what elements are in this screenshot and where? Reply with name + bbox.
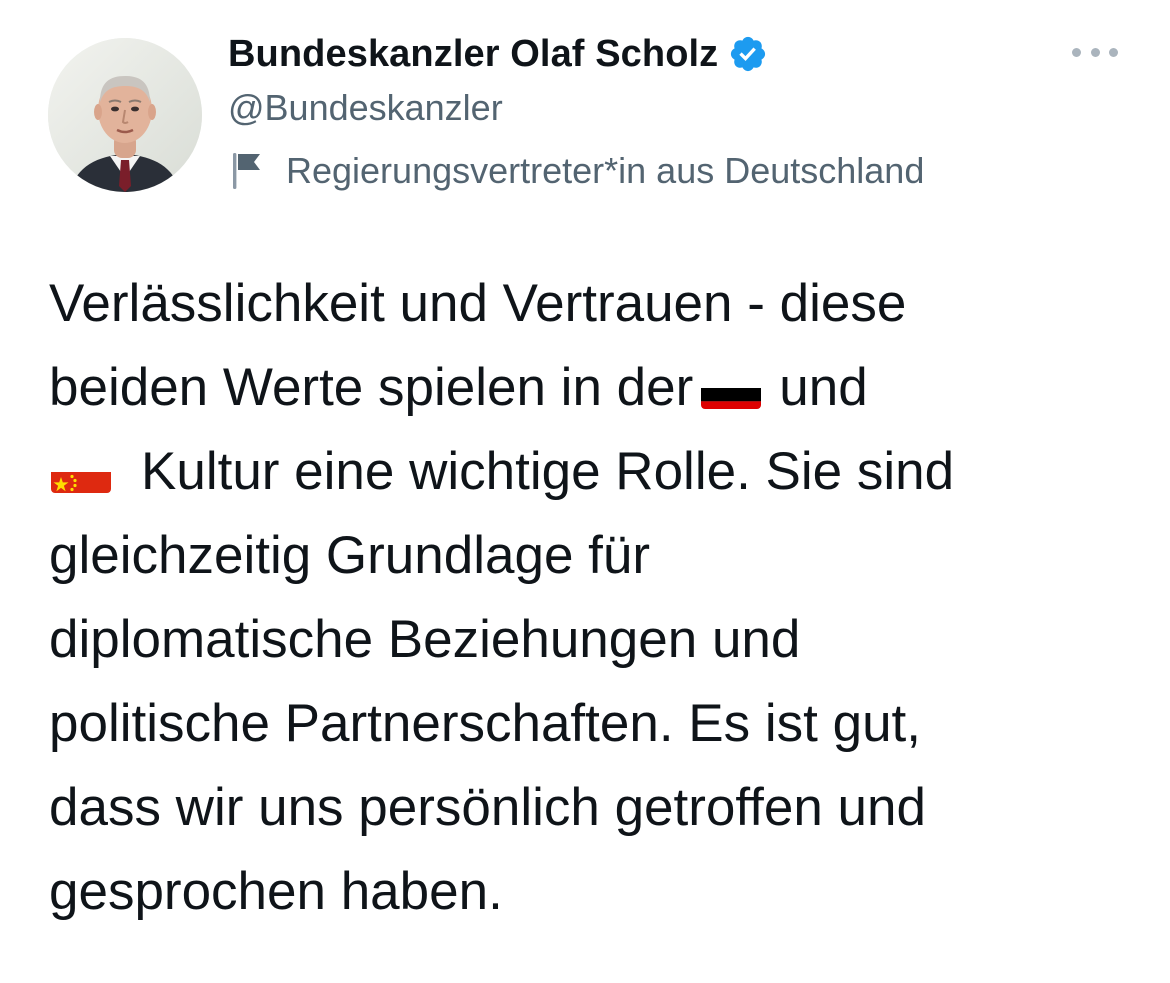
tweet-text-line: beiden Werte spielen in der und <box>49 346 1139 430</box>
tweet-text-segment: und <box>779 358 868 417</box>
germany-flag-emoji <box>701 369 762 409</box>
tweet-text-line: gesprochen haben. <box>49 850 1139 934</box>
tweet-text-segment: gesprochen haben. <box>49 862 503 921</box>
more-horizontal-icon <box>1072 47 1081 57</box>
tweet-text-segment: Kultur eine wichtige Rolle. Sie sind <box>141 442 955 501</box>
verified-badge-icon <box>728 34 768 74</box>
avatar[interactable] <box>48 38 202 192</box>
flag-icon <box>230 151 264 191</box>
tweet-text-line: dass wir uns persönlich getroffen und <box>49 766 1139 850</box>
tweet-text-segment: gleichzeitig Grundlage für <box>49 526 651 585</box>
tweet-text-segment: beiden Werte spielen in der <box>49 358 694 417</box>
tweet-text: Verlässlichkeit und Vertrauen - diese be… <box>49 262 1139 934</box>
more-horizontal-icon-dot <box>1109 47 1118 57</box>
tweet-text-line: Kultur eine wichtige Rolle. Sie sind <box>49 430 1139 514</box>
tweet-header: Bundeskanzler Olaf Scholz @Bundeskanzler… <box>228 28 1108 194</box>
author-display-name[interactable]: Bundeskanzler Olaf Scholz <box>228 33 718 76</box>
affiliation-label: Regierungsvertreter*in aus Deutschland <box>286 150 925 191</box>
tweet-text-segment: dass wir uns persönlich getroffen und <box>49 778 926 837</box>
avatar-portrait-image <box>48 38 202 192</box>
tweet-card: Bundeskanzler Olaf Scholz @Bundeskanzler… <box>0 0 1170 983</box>
tweet-text-segment: diplomatische Beziehungen und <box>49 610 801 669</box>
tweet-text-line: Verlässlichkeit und Vertrauen - diese <box>49 262 1139 346</box>
more-options-button[interactable] <box>1072 40 1118 64</box>
name-row: Bundeskanzler Olaf Scholz <box>228 28 1108 80</box>
tweet-text-line: diplomatische Beziehungen und <box>49 598 1139 682</box>
china-flag-emoji <box>51 453 111 493</box>
tweet-text-segment: Verlässlichkeit und Vertrauen - diese <box>49 274 907 333</box>
tweet-text-segment: politische Partnerschaften. Es ist gut, <box>49 694 921 753</box>
affiliation-label-row: Regierungsvertreter*in aus Deutschland <box>228 148 1108 194</box>
tweet-text-line: politische Partnerschaften. Es ist gut, <box>49 682 1139 766</box>
author-handle[interactable]: @Bundeskanzler <box>228 86 1108 130</box>
tweet-text-line: gleichzeitig Grundlage für <box>49 514 1139 598</box>
more-horizontal-icon-dot <box>1090 47 1100 57</box>
